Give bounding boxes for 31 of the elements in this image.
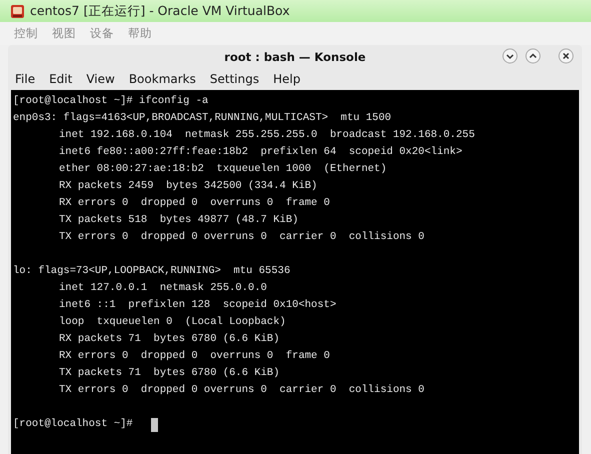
terminal-line: inet 127.0.0.1 netmask 255.0.0.0 — [58, 281, 267, 296]
terminal-line: TX packets 518 bytes 49877 (48.7 KiB) — [58, 213, 298, 228]
terminal-line: TX errors 0 dropped 0 overruns 0 carrier 0 collisions 0 — [58, 383, 424, 398]
terminal-line: enp0s3: flags=4163<UP,BROADCAST,RUNNING,MULTICAST> mtu 1500 — [13, 111, 392, 126]
terminal-line: ether 08:00:27:ae:18:b2 txqueuelen 1000 (Ethernet) — [58, 162, 387, 177]
terminal-line: RX errors 0 dropped 0 overruns 0 frame 0 — [58, 196, 330, 211]
terminal-line: lo: flags=73<UP,LOOPBACK,RUNNING> mtu 65536 — [13, 264, 290, 279]
text-cursor — [150, 418, 158, 432]
konsole-title: root : bash — Konsole — [224, 50, 366, 64]
terminal-line: RX packets 71 bytes 6780 (6.6 KiB) — [58, 332, 280, 347]
terminal-line: RX errors 0 dropped 0 overruns 0 frame 0 — [58, 349, 330, 364]
minimize-icon[interactable] — [502, 48, 518, 64]
terminal-prompt: [root@localhost ~]# — [13, 417, 133, 432]
terminal-line: inet 192.168.0.104 netmask 255.255.255.0 broadcast 192.168.0.255 — [58, 128, 475, 143]
menu-item[interactable]: Settings — [210, 72, 260, 86]
terminal-line: [root@localhost ~]# ifconfig -a — [13, 94, 208, 109]
menu-item[interactable]: View — [86, 72, 115, 86]
terminal-line: inet6 ::1 prefixlen 128 scopeid 0x10<host> — [58, 298, 336, 313]
window-title: centos7 [正在运行] - Oracle VM VirtualBox — [30, 2, 290, 20]
terminal-line: inet6 fe80::a00:27ff:feae:18b2 prefixlen 64 scopeid 0x20<link> — [58, 145, 462, 160]
menu-item[interactable]: Bookmarks — [128, 72, 196, 86]
terminal-line: RX packets 2459 bytes 342500 (334.4 KiB) — [58, 179, 318, 194]
terminal-line: TX packets 71 bytes 6780 (6.6 KiB) — [58, 366, 280, 381]
menu-item[interactable]: Help — [273, 72, 300, 86]
maximize-icon[interactable] — [525, 48, 541, 64]
menu-item[interactable]: File — [15, 72, 36, 86]
app-icon — [10, 4, 25, 18]
close-icon[interactable] — [558, 48, 574, 64]
menu-item[interactable]: Edit — [49, 72, 72, 86]
terminal-line: loop txqueuelen 0 (Local Loopback) — [58, 315, 286, 330]
terminal-line: TX errors 0 dropped 0 overruns 0 carrier 0 collisions 0 — [58, 230, 424, 245]
